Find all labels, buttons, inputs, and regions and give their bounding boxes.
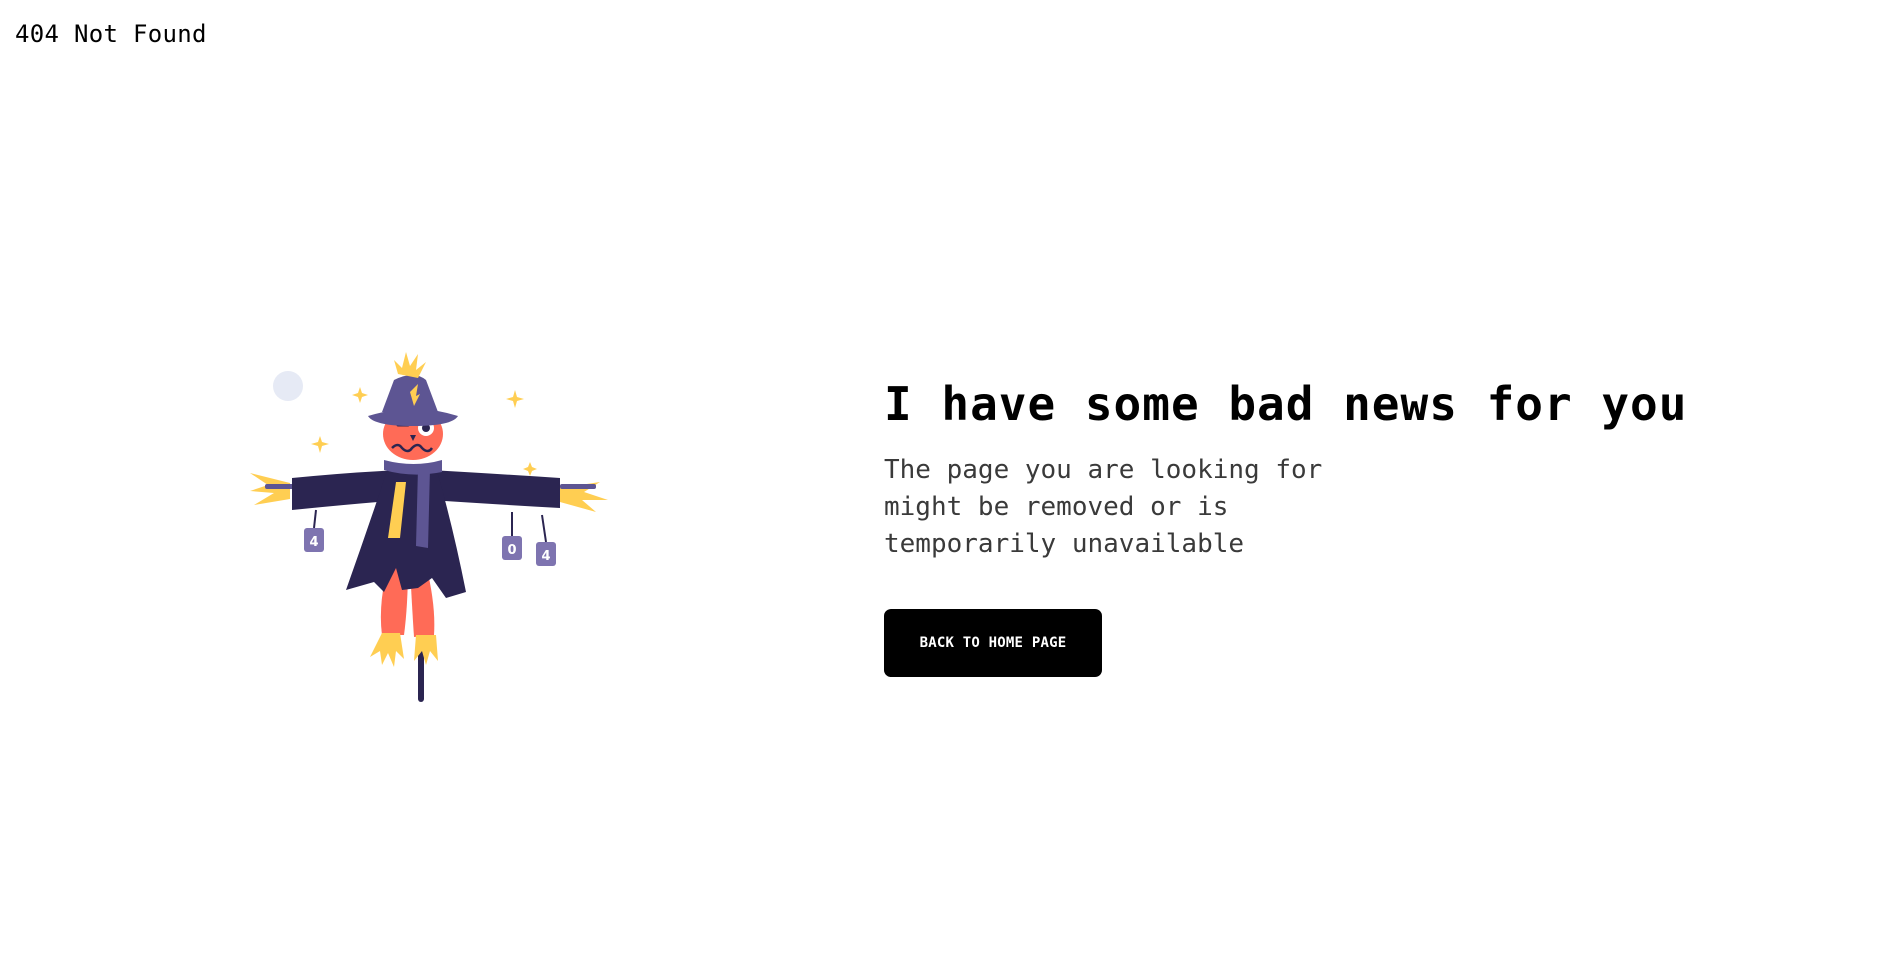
back-to-home-button[interactable]: BACK TO HOME PAGE [884, 609, 1102, 677]
can-label: 0 [507, 543, 516, 558]
moon-icon [273, 371, 303, 401]
error-description: The page you are looking for might be re… [884, 455, 1323, 559]
page-title: 404 Not Found [15, 20, 207, 48]
not-found-page: 404 Not Found 4 0 4 I have some bad news… [0, 0, 1903, 974]
can-label: 4 [541, 549, 550, 564]
scarecrow-illustration: 4 0 4 [220, 350, 640, 710]
error-content: I have some bad news for you The page yo… [884, 370, 1688, 677]
scarecrow-icon: 4 0 4 [250, 352, 608, 702]
error-headline: I have some bad news for you [884, 377, 1688, 431]
can-label: 4 [309, 535, 318, 550]
